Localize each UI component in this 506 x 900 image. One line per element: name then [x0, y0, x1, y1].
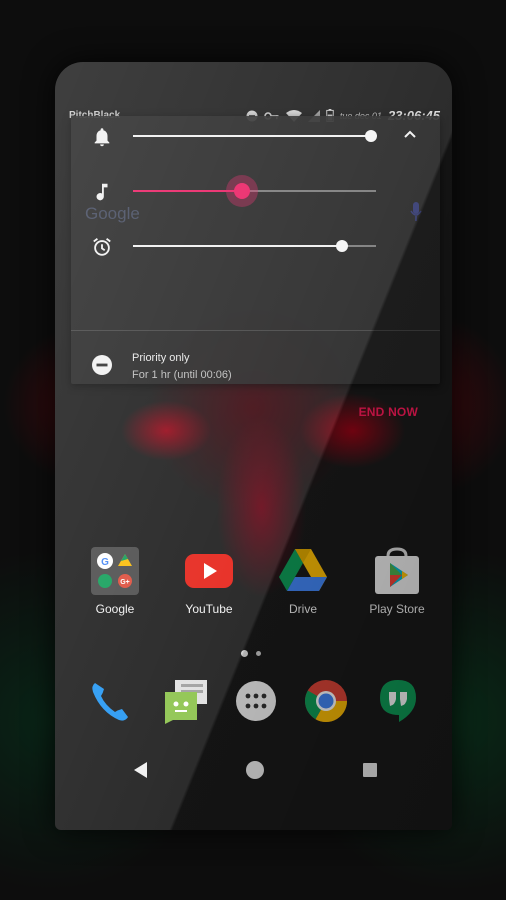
app-google-folder[interactable]: G G+ Google	[70, 546, 160, 616]
page-dot	[256, 651, 261, 656]
app-label: Drive	[288, 602, 317, 616]
drive-icon	[278, 546, 328, 596]
panel-divider	[71, 330, 440, 331]
svg-text:G: G	[101, 557, 109, 568]
chevron-up-icon[interactable]	[400, 124, 420, 144]
recents-icon[interactable]	[360, 760, 380, 780]
phone-icon[interactable]	[87, 678, 133, 724]
page-dot-active	[241, 650, 248, 657]
media-volume-row	[71, 171, 440, 211]
dock	[55, 678, 452, 726]
page-indicator	[241, 650, 261, 657]
alarm-slider[interactable]	[133, 240, 376, 252]
app-play-store[interactable]: Play Store	[352, 546, 442, 616]
app-drive[interactable]: Drive	[258, 546, 348, 616]
google-folder-icon: G G+	[90, 546, 140, 596]
messenger-icon[interactable]	[163, 678, 209, 724]
back-icon[interactable]	[131, 760, 151, 780]
chrome-icon[interactable]	[303, 678, 349, 724]
home-icon[interactable]	[245, 760, 265, 780]
app-label: Google	[95, 602, 135, 616]
phone-frame: PitchBlack tue dec 01 23:06:45 Google	[55, 62, 452, 830]
youtube-icon	[184, 546, 234, 596]
media-slider-thumb[interactable]	[234, 183, 251, 199]
alarm-slider-thumb[interactable]	[335, 240, 348, 252]
music-note-icon	[96, 183, 108, 201]
play-store-icon	[372, 546, 422, 596]
app-label: Play Store	[369, 602, 425, 616]
hangouts-icon[interactable]	[375, 678, 421, 724]
alarm-volume-row	[71, 226, 440, 266]
svg-text:G+: G+	[120, 579, 130, 586]
alarm-clock-icon	[93, 238, 111, 256]
navigation-bar	[55, 750, 452, 790]
app-label: YouTube	[185, 602, 233, 616]
priority-mode-duration[interactable]: For 1 hr (until 00:06)	[132, 369, 232, 381]
ringer-slider[interactable]	[133, 130, 378, 142]
end-now-button[interactable]: END NOW	[359, 405, 418, 419]
app-youtube[interactable]: YouTube	[164, 546, 254, 616]
ringer-volume-row	[71, 116, 440, 156]
app-drawer-icon[interactable]	[233, 678, 279, 724]
volume-panel: Google Priority only For 1 hr (until 00:…	[71, 116, 440, 419]
media-slider[interactable]	[133, 183, 376, 199]
priority-mode-title: Priority only	[132, 352, 190, 364]
bell-icon	[94, 128, 110, 147]
do-not-disturb-icon	[92, 355, 112, 375]
ringer-slider-thumb[interactable]	[365, 130, 378, 142]
